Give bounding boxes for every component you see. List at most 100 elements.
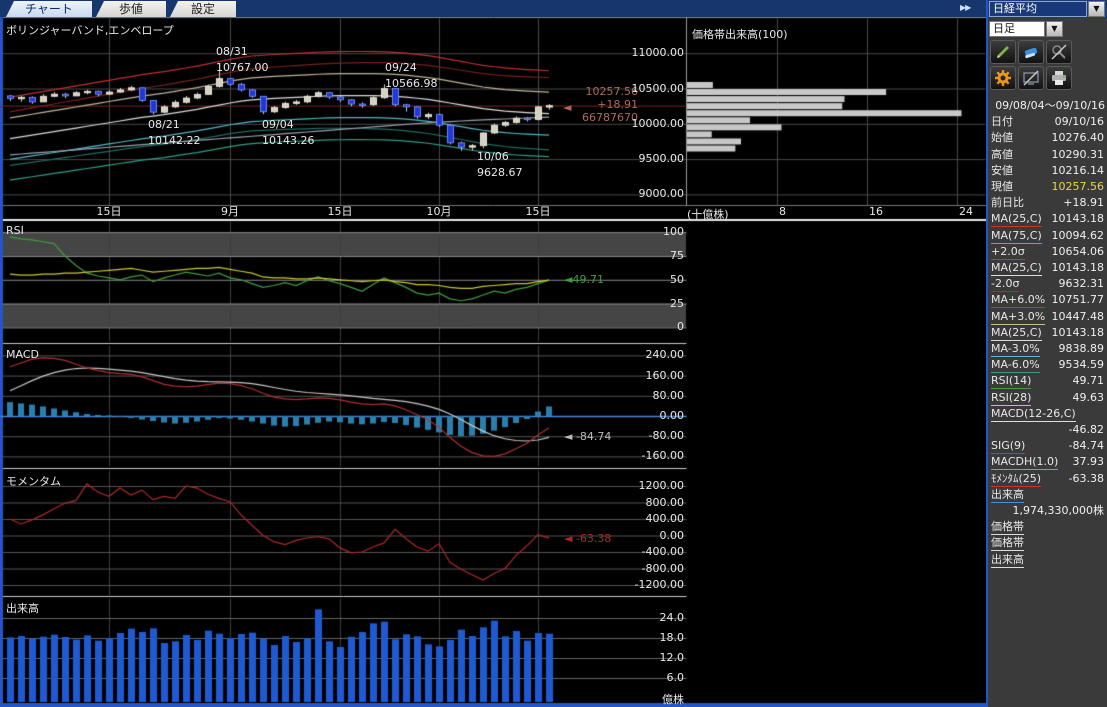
tab-quotes[interactable]: 歩値 (96, 1, 166, 17)
price-x-tick-label: 15日 (310, 206, 370, 218)
zoom-disabled-tool-button[interactable] (1046, 40, 1072, 64)
eraser-tool-button[interactable] (1018, 40, 1044, 64)
sidebar-row: 価格帯 (988, 535, 1107, 551)
chart-annotation-value: 10566.98 (385, 78, 438, 90)
price-panel-title: ボリンジャーバンド,エンベロープ (6, 22, 174, 38)
price-x-tick-label: 15日 (79, 206, 139, 218)
sidebar-row: 現値 10257.56 (988, 179, 1107, 195)
callout-change: +18.91 (566, 98, 638, 111)
volume-panel-title: 出来高 (6, 600, 39, 616)
sidebar-row-value: 09/10/16 (1055, 114, 1104, 129)
volume-unit-label: 億株 (614, 691, 684, 707)
sidebar-row-value: 9534.59 (1059, 357, 1105, 372)
rsi-y-tick-label: 0 (604, 321, 684, 333)
momentum-value-marker: ◄ -63.38 (564, 533, 611, 545)
sidebar-row-value: -46.82 (1069, 422, 1104, 437)
volume-y-tick-label: 12.0 (604, 652, 684, 664)
sidebar-row-label[interactable]: 出来高 (991, 487, 1024, 503)
sidebar-row: 前日比+18.91 (988, 195, 1107, 211)
print-tool-button[interactable] (1046, 66, 1072, 90)
momentum-y-tick-label: 400.00 (604, 513, 684, 525)
vbp-x-tick-label: 24 (959, 206, 973, 218)
sidebar-row-value: 9838.89 (1059, 341, 1105, 356)
pencil-tool-button[interactable] (990, 40, 1016, 64)
chart-annotation-value: 10142.22 (148, 135, 201, 147)
price-x-tick-label: 10月 (409, 206, 469, 218)
sidebar-row-value: 1,974,330,000株 (1013, 503, 1104, 518)
timeframe-select[interactable]: 日足 (989, 21, 1045, 37)
sidebar-row-label: 安値 (991, 163, 1013, 178)
sidebar-row-value: 10216.14 (1052, 163, 1105, 178)
symbol-select[interactable]: 日経平均 (989, 1, 1087, 17)
sidebar-row-label[interactable]: MA-6.0% (991, 357, 1040, 373)
sidebar-row-value: 10447.48 (1052, 309, 1105, 324)
sidebar-row-label[interactable]: SIG(9) (991, 438, 1025, 454)
sidebar-row-label[interactable]: MA+3.0% (991, 309, 1045, 325)
sidebar-row-value: +18.91 (1063, 195, 1104, 210)
macd-y-tick-label: 240.00 (604, 349, 684, 361)
tab-chart[interactable]: チャート (6, 1, 92, 17)
sidebar-row: +2.0σ10654.06 (988, 244, 1107, 260)
sidebar-row-value: 10290.31 (1052, 147, 1105, 162)
sidebar-row: 出来高 (988, 487, 1107, 503)
sidebar-row: MACDH(1.0)37.93 (988, 454, 1107, 470)
sidebar-row-label[interactable]: 価格帯 (991, 519, 1024, 535)
sidebar-row: MA(25,C) 10143.18 (988, 260, 1107, 276)
sidebar-row-label[interactable]: MA-3.0% (991, 341, 1040, 357)
tab-bar: チャート 歩値 設定 ▶▶ (0, 0, 986, 17)
tab-overflow-icon[interactable]: ▶▶ (960, 3, 970, 12)
momentum-y-tick-label: 1200.00 (604, 480, 684, 492)
sidebar-row-label[interactable]: 価格帯 (991, 535, 1024, 551)
sidebar-row-value: 10257.56 (1052, 179, 1105, 194)
sidebar-row-label[interactable]: MA(25,C) (991, 325, 1042, 341)
sidebar-row: -46.82 (988, 422, 1107, 438)
sidebar-row-label[interactable]: MA(75,C) (991, 228, 1042, 244)
sidebar-row-value: 10143.18 (1052, 260, 1105, 275)
price-y-tick-label: 10500.00 (604, 83, 684, 95)
sidebar-row-label[interactable]: 出来高 (991, 552, 1024, 568)
sidebar-row-value: 10143.18 (1052, 211, 1105, 226)
rsi-y-tick-label: 25 (604, 298, 684, 310)
sidebar-row-label[interactable]: MA(25,C) (991, 211, 1042, 227)
sidebar-row: 価格帯 (988, 519, 1107, 535)
rsi-value-marker: ◄49.71 (564, 274, 604, 286)
sidebar-row-value: 10094.62 (1052, 228, 1105, 243)
macd-y-tick-label: 80.00 (604, 390, 684, 402)
sidebar-row: 1,974,330,000株 (988, 503, 1107, 519)
sidebar-row-label: 現値 (991, 179, 1013, 194)
vbp-x-tick-label: 16 (869, 206, 883, 218)
tab-settings[interactable]: 設定 (170, 1, 236, 17)
sidebar-row-label[interactable]: RSI(28) (991, 390, 1031, 406)
sidebar-row: MA(25,C) 10143.18 (988, 211, 1107, 227)
timeframe-select-arrow-icon[interactable]: ▼ (1046, 21, 1063, 37)
sidebar-date-range: 09/08/04～09/10/16 (988, 98, 1107, 114)
screen-disabled-tool-button[interactable] (1018, 66, 1044, 90)
sidebar-row: MA(25,C) 10143.18 (988, 325, 1107, 341)
settings-tool-button[interactable] (990, 66, 1016, 90)
momentum-y-tick-label: -800.00 (604, 563, 684, 575)
sidebar-row-value: 10143.18 (1052, 325, 1105, 340)
sidebar-row: 高値10290.31 (988, 147, 1107, 163)
rsi-y-tick-label: 100 (604, 226, 684, 238)
vbp-unit-label: (十億株) (687, 206, 729, 222)
sidebar-row-label[interactable]: +2.0σ (991, 244, 1025, 260)
sidebar-row-label[interactable]: RSI(14) (991, 373, 1031, 389)
sidebar-row-value: 09/08/04～09/10/16 (995, 98, 1105, 113)
sidebar-row-label[interactable]: MA+6.0% (991, 292, 1045, 308)
sidebar-row: 安値 10216.14 (988, 163, 1107, 179)
price-x-tick-label: 15日 (508, 206, 568, 218)
callout-arrow-icon: ◄ (563, 101, 571, 114)
chart-annotation-date: 10/06 (477, 151, 509, 163)
sidebar-row-label[interactable]: -2.0σ (991, 276, 1019, 292)
symbol-select-arrow-icon[interactable]: ▼ (1088, 1, 1105, 17)
sidebar-row-label[interactable]: MACD(12-26,C) (991, 406, 1076, 422)
momentum-y-tick-label: 800.00 (604, 497, 684, 509)
sidebar-row-value: 49.71 (1073, 373, 1105, 388)
macd-y-tick-label: 0.00 (604, 410, 684, 422)
sidebar-row-label[interactable]: MA(25,C) (991, 260, 1042, 276)
vbp-panel-title: 価格帯出来高(100) (692, 26, 788, 42)
sidebar-row-value: 10751.77 (1052, 292, 1105, 307)
sidebar-row-label[interactable]: ﾓﾒﾝﾀﾑ(25) (991, 471, 1041, 487)
chart-annotation-date: 09/04 (262, 119, 294, 131)
sidebar-row-label[interactable]: MACDH(1.0) (991, 454, 1058, 470)
